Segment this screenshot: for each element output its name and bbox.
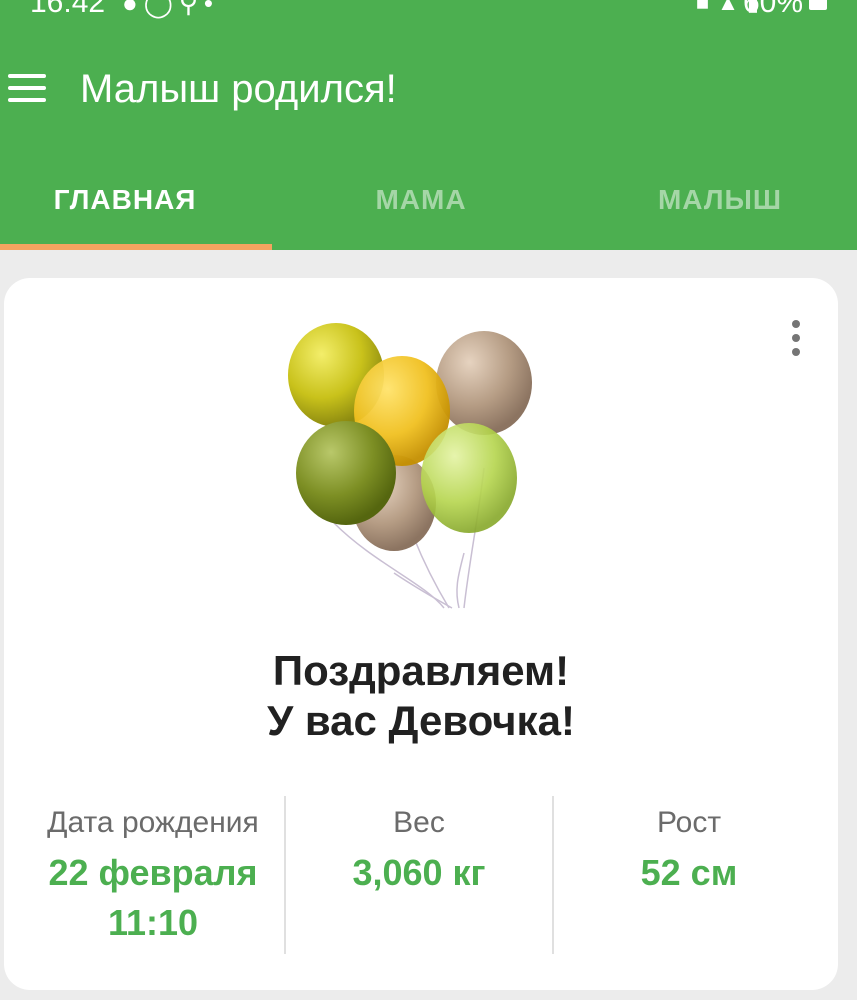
more-vert-icon[interactable] [784,318,808,358]
battery-percent: 60% [742,0,803,19]
height-stat: Рост 52 см [574,798,804,898]
height-label: Рост [656,806,722,839]
dot-icon: • [203,0,219,18]
birth-date-label: Дата рождения [47,806,259,839]
congrats-heading: Поздравляем! У вас Девочка! [4,646,838,746]
tab-mama[interactable]: МАМА [300,180,542,220]
menu-icon[interactable] [8,70,48,106]
tab-main[interactable]: ГЛАВНАЯ [0,180,250,220]
tab-baby[interactable]: МАЛЫШ [600,180,840,220]
congrats-line-1: Поздравляем! [272,647,570,694]
app-bar: 16:42 ●◯⚲• ■▲▮ 60% Малыш родился! ГЛАВНА… [0,0,857,250]
tab-indicator [0,244,272,250]
status-bar: 16:42 ●◯⚲• ■▲▮ 60% [0,0,857,20]
whatsapp-icon: ◯ [143,0,179,18]
weight-label: Вес [393,806,445,839]
weight-stat: Вес 3,060 кг [304,798,534,898]
page-title: Малыш родился! [80,67,397,111]
message-icon: ● [122,0,144,18]
weight-value: 3,060 кг [352,852,486,893]
height-value: 52 см [640,852,738,893]
status-time: 16:42 [30,0,106,19]
mute-icon: ■ [695,0,718,15]
birth-time-value: 11:10 [107,902,199,943]
birth-date-value: 22 февраля [48,852,258,893]
battery-icon [809,0,827,10]
congrats-card: Поздравляем! У вас Девочка! Дата рождени… [4,278,838,990]
notification-icons: ●◯⚲• [122,0,219,20]
divider [552,796,554,954]
birth-date-stat: Дата рождения 22 февраля 11:10 [28,798,278,948]
congrats-line-2: У вас Девочка! [267,697,575,744]
balloons-image [288,323,532,609]
search-icon: ⚲ [178,0,204,18]
divider [284,796,286,954]
